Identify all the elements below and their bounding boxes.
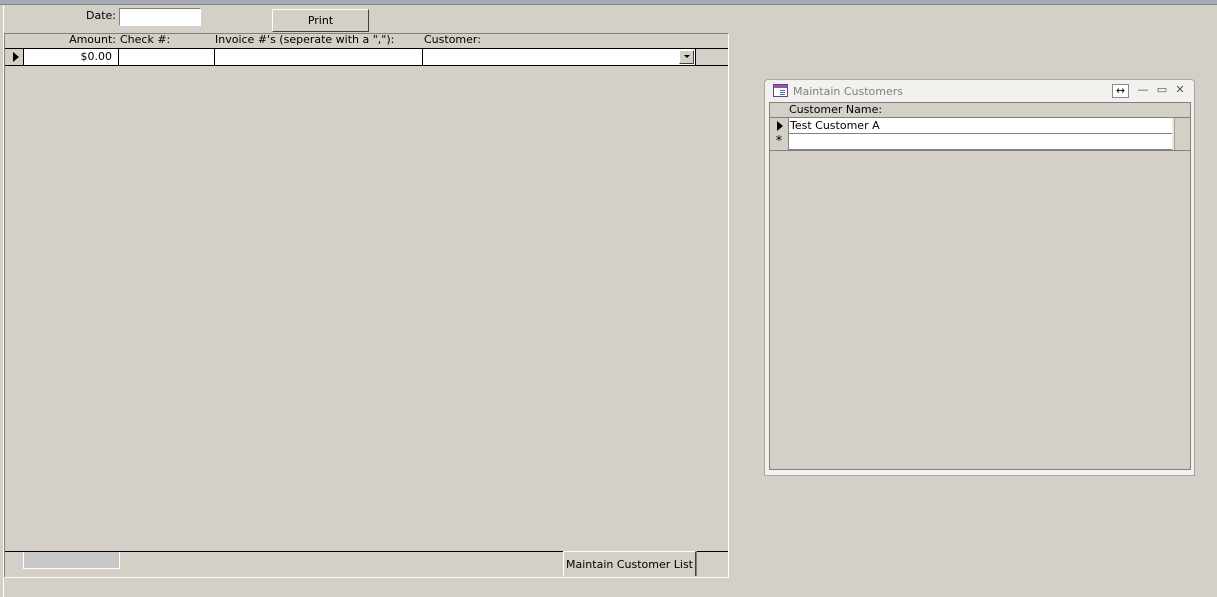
customers-datasheet — [769, 102, 1191, 470]
minimize-icon[interactable]: — — [1136, 84, 1150, 96]
column-header-customer-name: Customer Name: — [789, 103, 883, 116]
datasheet-right-column — [1172, 118, 1175, 150]
customer-name-cell[interactable]: Test Customer A — [789, 118, 1172, 134]
window-title: Maintain Customers — [793, 85, 903, 98]
footer-tab-gap — [696, 551, 728, 576]
check-number-cell[interactable] — [119, 49, 215, 65]
form-icon — [773, 84, 788, 97]
column-header-invoice: Invoice #'s (seperate with a ","): — [215, 33, 395, 46]
close-icon[interactable]: ✕ — [1173, 84, 1187, 96]
customer-dropdown-button[interactable] — [679, 50, 694, 64]
record-selector[interactable] — [5, 49, 24, 65]
new-customer-name-cell[interactable] — [789, 134, 1172, 150]
amount-cell[interactable]: $0.00 — [24, 49, 119, 65]
horizontal-scrollbar[interactable] — [23, 552, 120, 569]
date-input[interactable] — [119, 8, 201, 26]
column-header-amount: Amount: — [69, 33, 116, 46]
current-record-icon — [13, 52, 19, 62]
datasheet-row-divider — [770, 150, 1190, 151]
maintain-customer-list-button[interactable]: Maintain Customer List — [563, 551, 696, 576]
new-record-icon[interactable]: * — [770, 134, 789, 150]
maximize-icon[interactable]: ▭ — [1155, 84, 1169, 96]
window-top-bar — [0, 0, 1217, 5]
grid-row-divider — [5, 65, 728, 66]
customer-combo-cell[interactable] — [423, 49, 696, 65]
main-form-area — [4, 33, 729, 578]
record-selector[interactable] — [770, 118, 789, 134]
resize-icon[interactable]: ↔ — [1112, 84, 1129, 98]
date-label: Date: — [86, 9, 116, 22]
column-header-check: Check #: — [120, 33, 171, 46]
print-button[interactable]: Print — [272, 9, 369, 32]
current-record-icon — [777, 121, 783, 131]
column-header-customer: Customer: — [424, 33, 481, 46]
invoice-numbers-cell[interactable] — [215, 49, 423, 65]
